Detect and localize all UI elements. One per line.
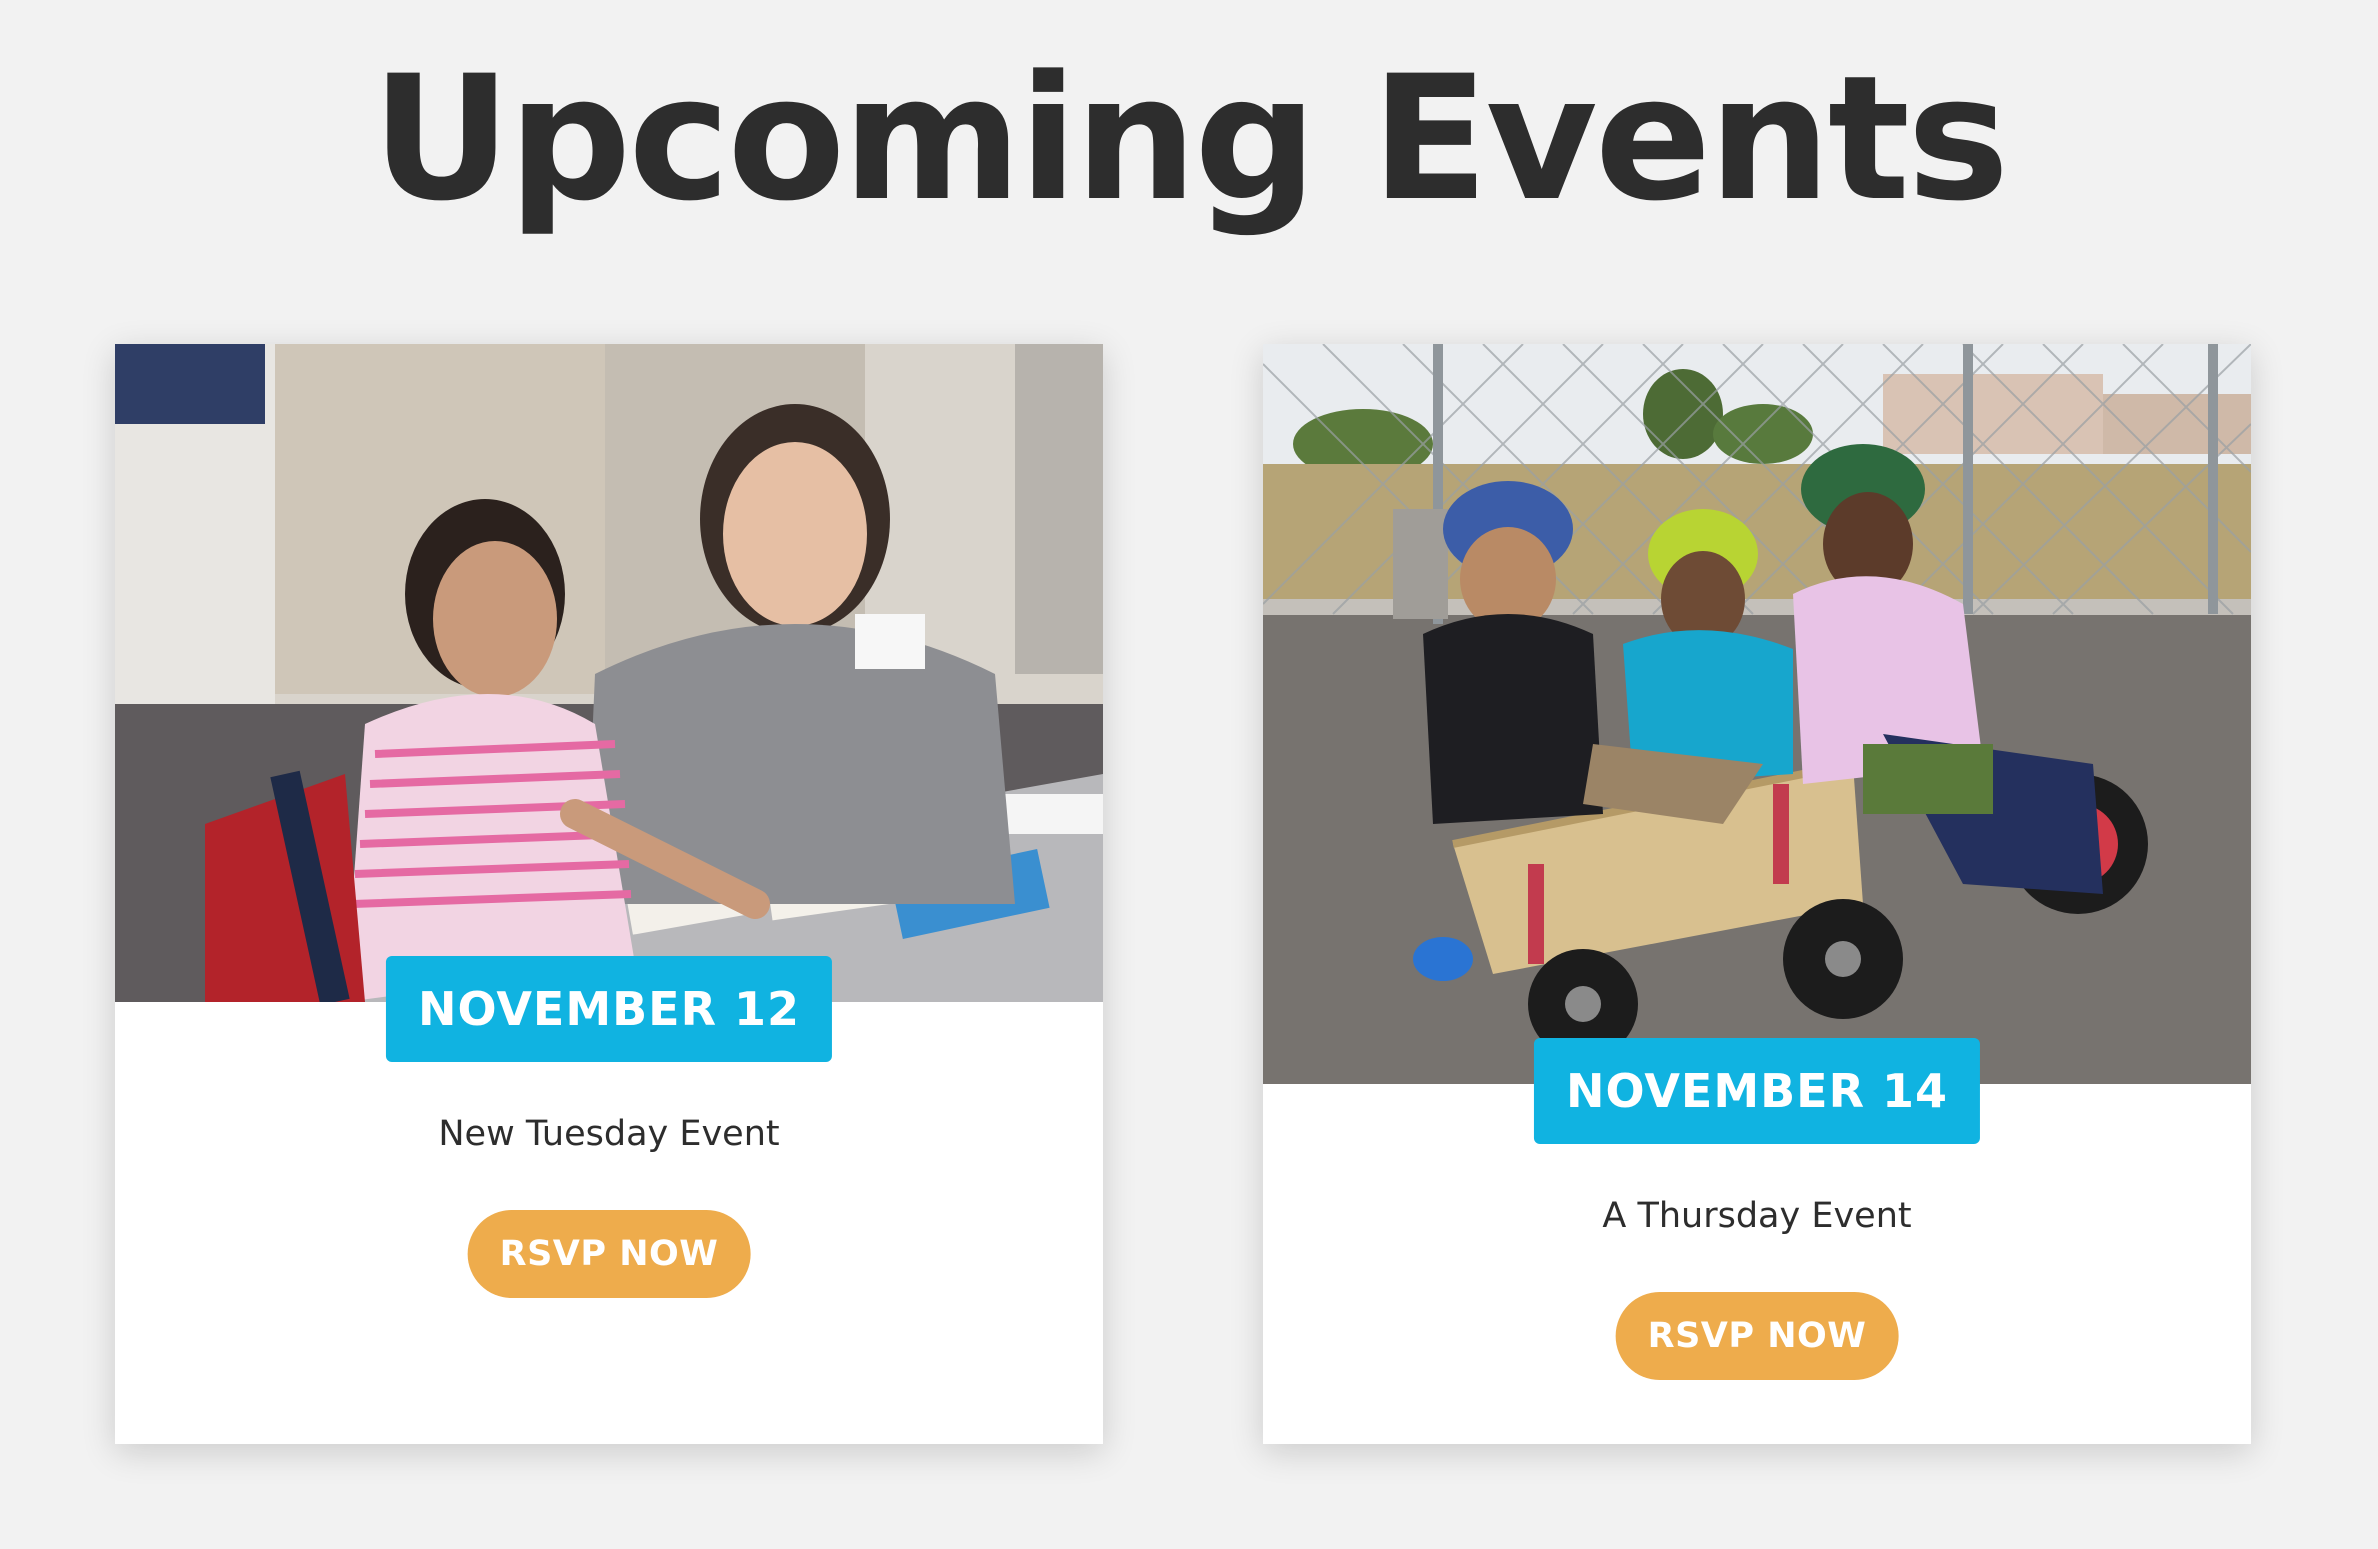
rsvp-button[interactable]: RSVP NOW [1615,1292,1899,1380]
event-date-badge: NOVEMBER 14 [1533,1038,1981,1144]
event-photo-classroom[interactable] [115,344,1103,1002]
page-title: Upcoming Events [371,38,2010,239]
event-card: NOVEMBER 14 A Thursday Event RSVP NOW [1263,344,2251,1444]
event-card: NOVEMBER 12 New Tuesday Event RSVP NOW [115,344,1103,1444]
event-title[interactable]: A Thursday Event [1263,1196,2251,1236]
event-photo-wagon[interactable] [1263,344,2251,1084]
event-title[interactable]: New Tuesday Event [115,1114,1103,1154]
rsvp-button[interactable]: RSVP NOW [467,1210,751,1298]
event-date-badge: NOVEMBER 12 [385,956,833,1062]
